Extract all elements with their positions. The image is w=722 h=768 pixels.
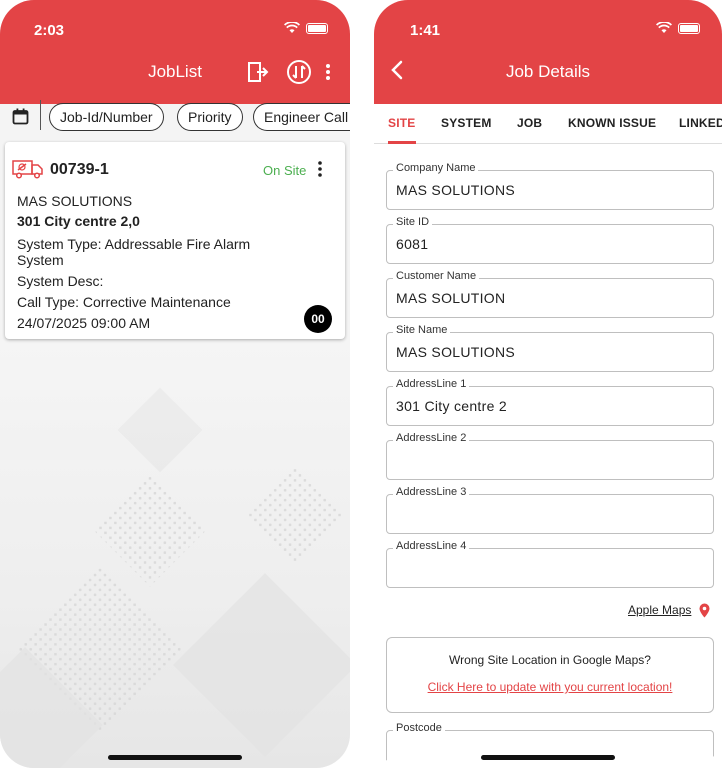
field-label: Site ID <box>393 216 433 228</box>
job-datetime: 24/07/2025 09:00 AM <box>17 315 151 331</box>
battery-icon <box>306 22 328 34</box>
status-icons <box>284 22 328 34</box>
postcode-field[interactable]: Postcode <box>386 722 714 768</box>
filter-chip-job-id[interactable]: Job-Id/Number <box>49 103 164 131</box>
job-status-badge: On Site <box>263 163 307 178</box>
tab-known-issue[interactable]: KNOWN ISSUE <box>568 116 656 130</box>
field-label: AddressLine 4 <box>393 540 470 552</box>
company-name-field[interactable]: Company Name MAS SOLUTIONS <box>386 162 714 210</box>
tab-system[interactable]: SYSTEM <box>441 116 492 130</box>
logout-icon[interactable] <box>247 61 269 83</box>
status-time: 1:41 <box>410 22 441 39</box>
location-pin-icon[interactable] <box>699 603 710 618</box>
field-label: Site Name <box>393 324 451 336</box>
address-line-2-field[interactable]: AddressLine 2 <box>386 432 714 480</box>
apple-maps-link[interactable]: Apple Maps <box>628 603 691 617</box>
field-value: MAS SOLUTIONS <box>396 344 516 360</box>
field-value: 6081 <box>396 236 429 252</box>
address-line-3-field[interactable]: AddressLine 3 <box>386 486 714 534</box>
tab-job[interactable]: JOB <box>517 116 542 130</box>
status-time: 2:03 <box>34 22 65 39</box>
job-details-screen: 1:41 Job Details SITE SYSTEM JOB KNOWN I… <box>374 0 722 768</box>
address-line-1-field[interactable]: AddressLine 1 301 City centre 2 <box>386 378 714 426</box>
battery-icon <box>678 22 700 34</box>
van-icon <box>12 160 43 179</box>
app-header: 1:41 Job Details <box>374 0 722 104</box>
wrong-location-box: Wrong Site Location in Google Maps? Clic… <box>386 637 714 713</box>
job-address: 301 City centre 2,0 <box>17 213 140 229</box>
update-location-link[interactable]: Click Here to update with you current lo… <box>387 680 713 694</box>
field-label: AddressLine 3 <box>393 486 470 498</box>
field-label: Customer Name <box>393 270 480 282</box>
status-icons <box>656 22 700 34</box>
job-more-icon[interactable] <box>317 160 323 178</box>
filter-divider <box>40 100 41 130</box>
wifi-icon <box>284 22 300 33</box>
home-indicator <box>108 755 242 760</box>
job-call-type: Call Type: Corrective Maintenance <box>17 294 231 310</box>
job-company: MAS SOLUTIONS <box>17 193 133 209</box>
site-id-field[interactable]: Site ID 6081 <box>386 216 714 264</box>
sync-icon[interactable] <box>286 59 312 85</box>
job-system-type-cont: System <box>17 252 64 268</box>
tab-linked[interactable]: LINKED <box>679 116 722 130</box>
field-value: MAS SOLUTIONS <box>396 182 516 198</box>
job-count-badge: 00 <box>304 305 332 333</box>
calendar-icon[interactable] <box>12 108 29 125</box>
background-pattern <box>0 340 350 768</box>
field-label: Postcode <box>393 722 445 734</box>
page-title: Job Details <box>505 62 591 81</box>
site-name-field[interactable]: Site Name MAS SOLUTIONS <box>386 324 714 372</box>
joblist-screen: 2:03 JobList Job-Id/Number Priority Engi… <box>0 0 350 768</box>
home-indicator <box>481 755 615 760</box>
field-label: AddressLine 1 <box>393 378 470 390</box>
detail-tabs: SITE SYSTEM JOB KNOWN ISSUE LINKED <box>374 104 722 144</box>
wrong-location-text: Wrong Site Location in Google Maps? <box>449 653 651 667</box>
tab-site[interactable]: SITE <box>388 116 415 130</box>
job-number: 00739-1 <box>50 161 109 178</box>
wifi-icon <box>656 22 672 33</box>
customer-name-field[interactable]: Customer Name MAS SOLUTION <box>386 270 714 318</box>
filter-chip-engineer[interactable]: Engineer Call <box>253 103 350 131</box>
field-value: 301 City centre 2 <box>396 398 507 414</box>
job-card[interactable]: 00739-1 On Site MAS SOLUTIONS 301 City c… <box>5 142 345 339</box>
job-system-desc: System Desc: <box>17 273 104 289</box>
app-header: 2:03 JobList <box>0 0 350 104</box>
filter-chip-priority[interactable]: Priority <box>177 103 243 131</box>
job-system-type: System Type: Addressable Fire Alarm <box>17 236 251 252</box>
active-tab-indicator <box>388 141 416 144</box>
more-vert-icon[interactable] <box>325 63 331 81</box>
address-line-4-field[interactable]: AddressLine 4 <box>386 540 714 588</box>
field-label: AddressLine 2 <box>393 432 470 444</box>
field-value: MAS SOLUTION <box>396 290 506 306</box>
field-label: Company Name <box>393 162 479 174</box>
